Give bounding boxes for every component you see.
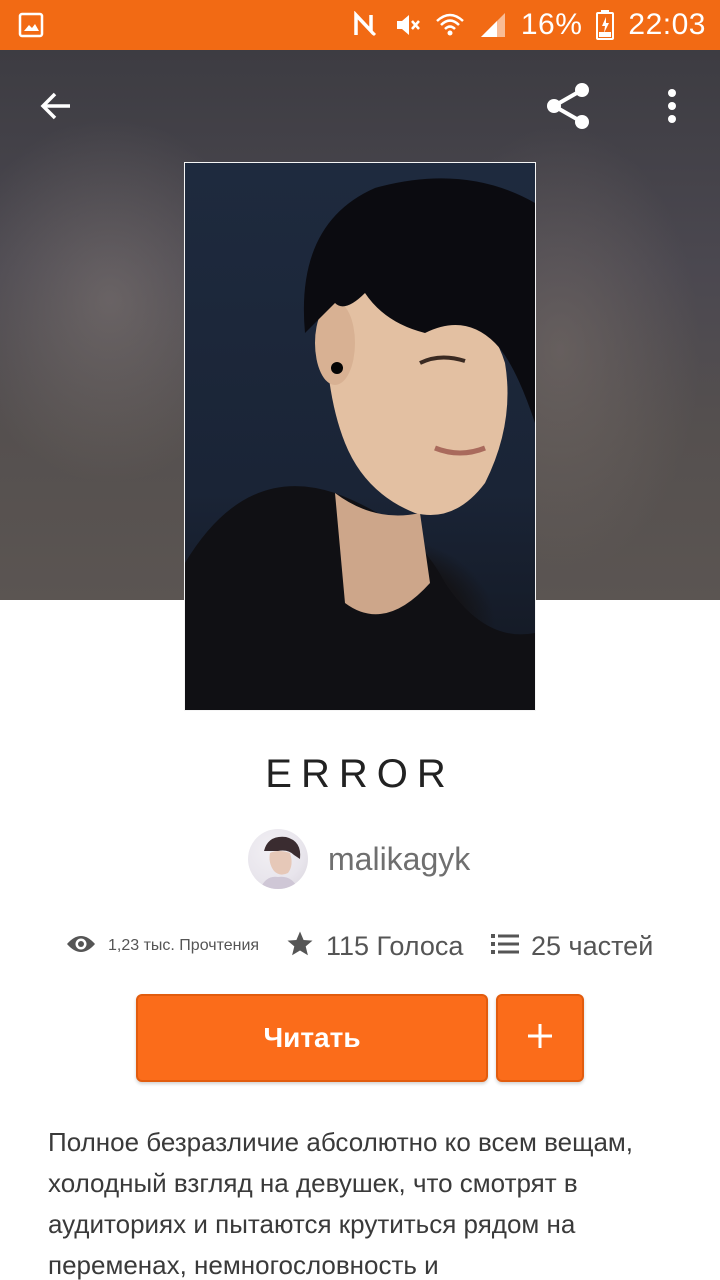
story-title: ERROR: [265, 752, 455, 796]
back-arrow-icon: [38, 88, 74, 129]
author-row[interactable]: malikagyk: [248, 828, 470, 890]
story-stats: 1,23 тыс. Прочтения 115 Голоса 25 частей: [66, 924, 666, 968]
parts-stat[interactable]: 25 частей: [491, 931, 653, 962]
battery-percent: 16%: [520, 8, 583, 41]
parts-count[interactable]: 25 частей: [531, 931, 653, 962]
cover-portrait-image: [185, 178, 535, 710]
plus-icon: [526, 1022, 554, 1055]
star-icon: [286, 930, 314, 963]
clock: 22:03: [628, 8, 706, 41]
read-button-label: Читать: [263, 1022, 361, 1053]
story-cover[interactable]: [184, 162, 536, 711]
back-button[interactable]: [28, 80, 84, 136]
add-to-library-button[interactable]: [496, 994, 584, 1082]
status-bar: 16% 22:03: [0, 0, 720, 50]
mute-icon: [393, 11, 421, 39]
avatar-image: [260, 836, 301, 889]
reads-stat: 1,23 тыс. Прочтения: [66, 934, 286, 959]
gallery-icon: [18, 12, 44, 38]
battery-charging-icon: [596, 10, 615, 40]
share-icon: [542, 81, 594, 136]
wifi-icon: [435, 11, 465, 39]
list-icon: [491, 933, 519, 960]
nfc-icon: [351, 11, 379, 39]
eye-icon: [66, 934, 96, 959]
reads-count: 1,23 тыс. Прочтения: [108, 937, 260, 954]
author-avatar[interactable]: [248, 829, 308, 889]
share-button[interactable]: [538, 78, 598, 138]
votes-count: 115 Голоса: [326, 930, 464, 961]
more-vert-icon: [666, 88, 678, 129]
votes-stat: 115 Голоса: [286, 930, 491, 963]
author-name[interactable]: malikagyk: [328, 841, 470, 878]
story-description: Полное безразличие абсолютно ко всем вещ…: [48, 1127, 634, 1280]
read-button[interactable]: Читать: [136, 994, 488, 1082]
more-options-button[interactable]: [652, 78, 692, 138]
signal-icon: [479, 11, 507, 39]
